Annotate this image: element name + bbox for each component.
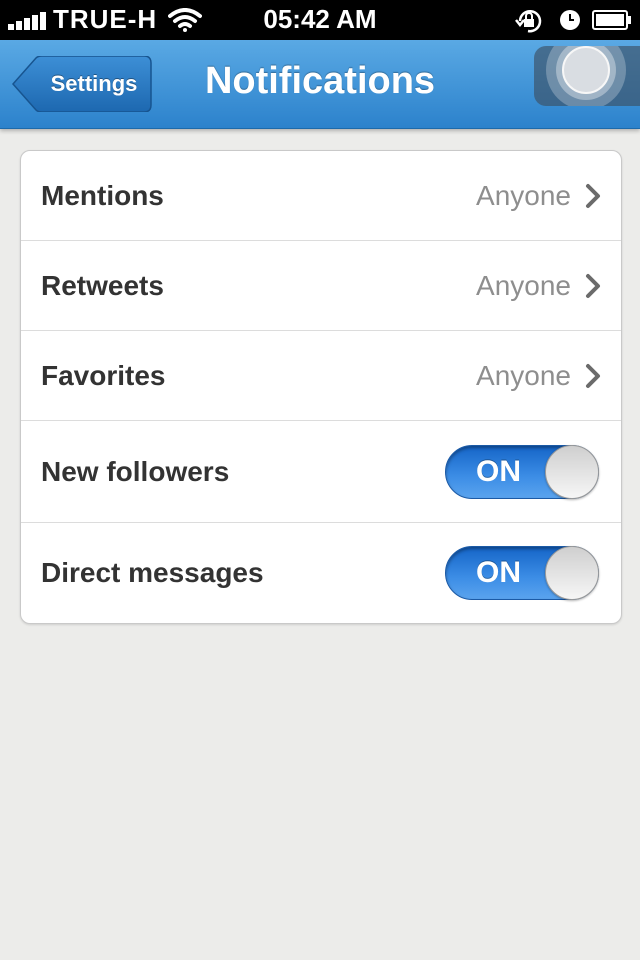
toggle-state-label: ON <box>476 454 521 488</box>
settings-row-favorites[interactable]: Favorites Anyone <box>21 331 621 421</box>
row-value: Anyone <box>476 269 571 301</box>
chevron-right-icon <box>586 183 600 208</box>
settings-row-retweets[interactable]: Retweets Anyone <box>21 241 621 331</box>
row-label: Direct messages <box>41 557 264 588</box>
toggle-state-label: ON <box>476 556 521 589</box>
chevron-right-icon <box>586 273 600 298</box>
navigation-bar: Settings Notifications <box>0 40 640 129</box>
alarm-icon <box>558 8 582 37</box>
notifications-settings-group: Mentions Anyone Retweets Anyone Favorite… <box>20 150 622 624</box>
settings-row-new-followers: New followers ON <box>21 421 621 523</box>
back-button[interactable]: Settings <box>12 56 152 112</box>
new-followers-toggle[interactable]: ON <box>445 444 599 499</box>
row-value: Anyone <box>476 359 571 391</box>
back-button-label: Settings <box>50 71 138 96</box>
row-value: Anyone <box>476 179 571 211</box>
chevron-right-icon <box>586 363 600 388</box>
settings-row-direct-messages: Direct messages ON <box>21 523 621 623</box>
toggle-knob[interactable] <box>545 444 599 499</box>
battery-icon <box>592 10 631 30</box>
direct-messages-toggle[interactable]: ON <box>445 546 599 600</box>
row-label: Retweets <box>41 269 164 301</box>
status-bar: TRUE-H 05:42 AM <box>0 0 640 40</box>
toggle-knob[interactable] <box>545 546 599 600</box>
settings-row-mentions[interactable]: Mentions Anyone <box>21 151 621 241</box>
clock: 05:42 AM <box>263 4 377 34</box>
row-label: New followers <box>41 455 230 487</box>
row-label: Mentions <box>41 179 164 211</box>
page-title: Notifications <box>204 60 436 102</box>
row-label: Favorites <box>41 359 166 391</box>
rotation-lock-icon <box>514 8 544 39</box>
assistive-touch-icon[interactable] <box>534 46 640 106</box>
